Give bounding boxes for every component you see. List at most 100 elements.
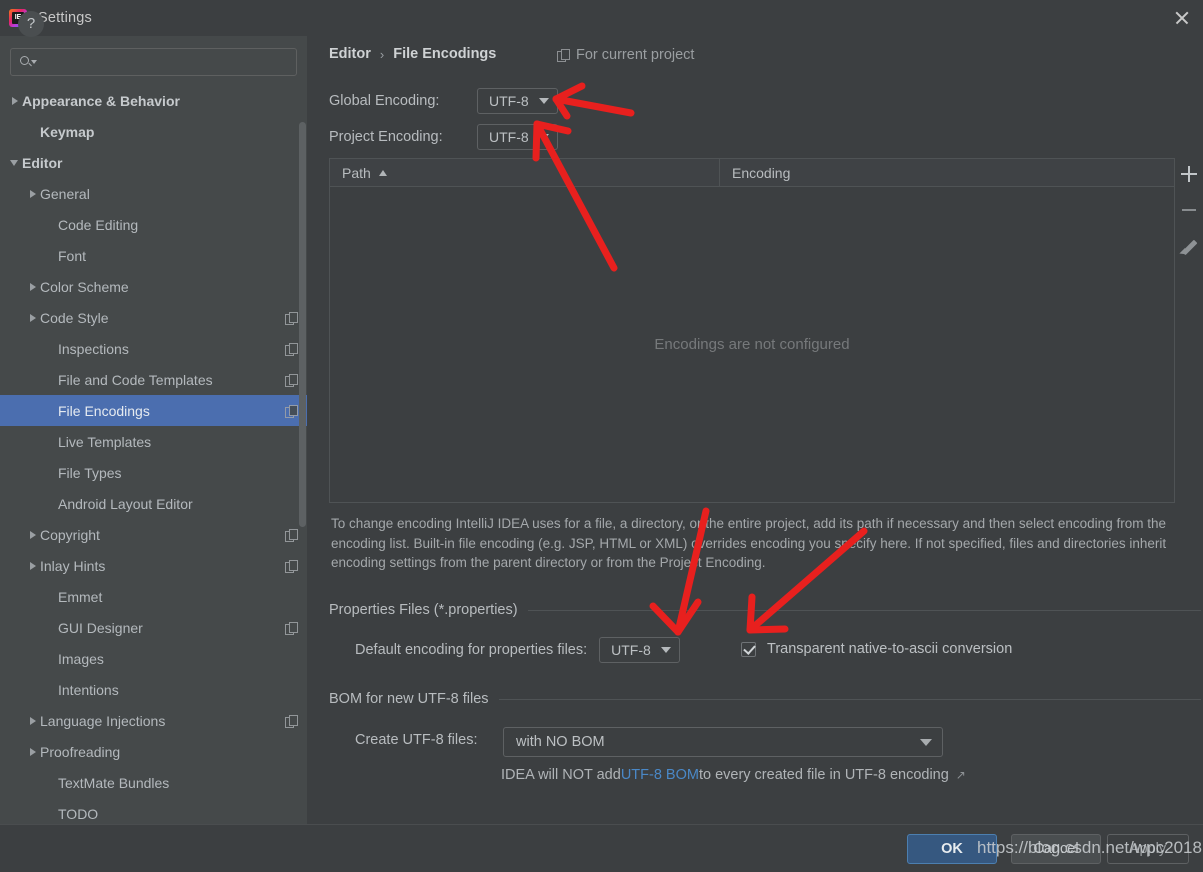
table-empty-state: Encodings are not configured — [330, 187, 1174, 502]
chevron-down-icon — [538, 98, 549, 104]
chevron-down-icon[interactable] — [10, 157, 22, 169]
sidebar-item-label: Proofreading — [40, 743, 121, 760]
section-divider — [498, 698, 1201, 700]
chevron-down-icon — [660, 647, 671, 653]
sidebar-item-label: Android Layout Editor — [58, 495, 193, 512]
sidebar-item-keymap[interactable]: Keymap — [0, 116, 307, 147]
project-encoding-dropdown[interactable]: UTF-8 — [477, 124, 558, 150]
bom-section-title: BOM for new UTF-8 files — [329, 691, 489, 707]
project-encoding-label: Project Encoding: — [329, 129, 443, 145]
sidebar-item-file-encodings[interactable]: File Encodings — [0, 395, 307, 426]
settings-tree: Appearance & Behavior Keymap Editor General… — [0, 85, 307, 824]
sidebar-item-proofreading[interactable]: Proofreading — [0, 736, 307, 767]
sidebar-item-textmate-bundles[interactable]: TextMate Bundles — [0, 767, 307, 798]
default-properties-encoding-dropdown[interactable]: UTF-8 — [599, 637, 680, 663]
sidebar-item-inspections[interactable]: Inspections — [0, 333, 307, 364]
column-header-encoding-label: Encoding — [732, 164, 791, 181]
column-header-path-label: Path — [342, 164, 371, 181]
bom-note-prefix: IDEA will NOT add — [501, 767, 621, 783]
sidebar-item-code-editing[interactable]: Code Editing — [0, 209, 307, 240]
chevron-right-icon[interactable] — [28, 312, 40, 324]
sidebar-item-font[interactable]: Font — [0, 240, 307, 271]
sidebar-item-appearance-behavior[interactable]: Appearance & Behavior — [0, 85, 307, 116]
breadcrumb-parent[interactable]: Editor — [329, 46, 371, 62]
chevron-right-icon[interactable] — [28, 560, 40, 572]
sidebar-item-images[interactable]: Images — [0, 643, 307, 674]
column-header-encoding[interactable]: Encoding — [720, 159, 790, 186]
column-header-path[interactable]: Path — [330, 159, 720, 186]
default-properties-encoding-value: UTF-8 — [611, 642, 651, 658]
search-icon — [20, 55, 38, 69]
project-scope-icon — [285, 559, 298, 573]
chevron-right-icon[interactable] — [28, 746, 40, 758]
project-encoding-value: UTF-8 — [489, 129, 529, 145]
sidebar-item-label: TextMate Bundles — [58, 774, 170, 791]
sidebar-item-inlay-hints[interactable]: Inlay Hints — [0, 550, 307, 581]
table-toolbar — [1175, 158, 1203, 503]
minus-icon[interactable] — [1178, 199, 1200, 221]
ok-button[interactable]: OK — [907, 834, 997, 864]
sidebar-item-label: Inspections — [58, 340, 129, 357]
global-encoding-value: UTF-8 — [489, 93, 529, 109]
chevron-right-icon[interactable] — [28, 715, 40, 727]
bom-note-suffix: to every created file in UTF-8 encoding — [698, 767, 949, 783]
sidebar-item-gui-designer[interactable]: GUI Designer — [0, 612, 307, 643]
project-scope-icon — [285, 621, 298, 635]
help-button[interactable]: ? — [18, 11, 44, 37]
chevron-down-icon — [920, 738, 932, 746]
chevron-right-icon[interactable] — [28, 281, 40, 293]
sidebar-item-label: Color Scheme — [40, 278, 129, 295]
apply-button[interactable]: Apply — [1107, 834, 1189, 864]
global-encoding-dropdown[interactable]: UTF-8 — [477, 88, 558, 114]
search-container — [0, 36, 307, 76]
create-utf8-files-value: with NO BOM — [516, 734, 605, 750]
properties-section-header: Properties Files (*.properties) — [329, 602, 1201, 618]
properties-section-title: Properties Files (*.properties) — [329, 602, 518, 618]
close-icon[interactable] — [1172, 8, 1192, 28]
utf8-bom-link[interactable]: UTF-8 BOM — [621, 767, 699, 783]
sidebar-item-label: File and Code Templates — [58, 371, 213, 388]
sidebar-item-general[interactable]: General — [0, 178, 307, 209]
external-link-icon[interactable]: ↗ — [956, 768, 966, 782]
transparent-conversion-checkbox-row[interactable]: Transparent native-to-ascii conversion — [741, 641, 1012, 657]
sidebar-item-intentions[interactable]: Intentions — [0, 674, 307, 705]
sidebar-item-color-scheme[interactable]: Color Scheme — [0, 271, 307, 302]
project-scope-icon — [285, 373, 298, 387]
plus-icon[interactable] — [1178, 163, 1200, 185]
transparent-conversion-checkbox[interactable] — [741, 641, 756, 657]
sidebar-item-label: Keymap — [40, 123, 95, 140]
sidebar-item-editor[interactable]: Editor — [0, 147, 307, 178]
sidebar-item-language-injections[interactable]: Language Injections — [0, 705, 307, 736]
chevron-right-icon[interactable] — [28, 188, 40, 200]
sidebar-item-android-layout-editor[interactable]: Android Layout Editor — [0, 488, 307, 519]
cancel-button[interactable]: Cancel — [1011, 834, 1101, 864]
sidebar-scrollbar[interactable] — [299, 122, 306, 527]
sidebar-item-emmet[interactable]: Emmet — [0, 581, 307, 612]
sidebar-item-todo[interactable]: TODO — [0, 798, 307, 824]
pencil-icon[interactable] — [1178, 235, 1200, 257]
for-current-project-label: For current project — [557, 47, 694, 63]
sidebar-item-file-types[interactable]: File Types — [0, 457, 307, 488]
sidebar-item-code-style[interactable]: Code Style — [0, 302, 307, 333]
create-utf8-files-dropdown[interactable]: with NO BOM — [503, 727, 943, 757]
sidebar-item-live-templates[interactable]: Live Templates — [0, 426, 307, 457]
chevron-right-icon[interactable] — [28, 529, 40, 541]
project-scope-icon — [557, 49, 570, 62]
breadcrumb-separator-icon: › — [379, 46, 385, 62]
sidebar-item-file-and-code-templates[interactable]: File and Code Templates — [0, 364, 307, 395]
chevron-right-icon[interactable] — [10, 95, 22, 107]
table-empty-text: Encodings are not configured — [654, 336, 850, 353]
settings-dialog: IE Settings Appearance & Behavior Keymap E… — [0, 0, 1203, 872]
sidebar-item-copyright[interactable]: Copyright — [0, 519, 307, 550]
sidebar-item-label: Copyright — [40, 526, 100, 543]
sidebar-item-label: TODO — [58, 805, 99, 822]
for-current-project-text: For current project — [576, 47, 695, 63]
search-box[interactable] — [10, 48, 297, 76]
search-input[interactable] — [38, 54, 296, 70]
sidebar-item-label: Editor — [22, 154, 63, 171]
